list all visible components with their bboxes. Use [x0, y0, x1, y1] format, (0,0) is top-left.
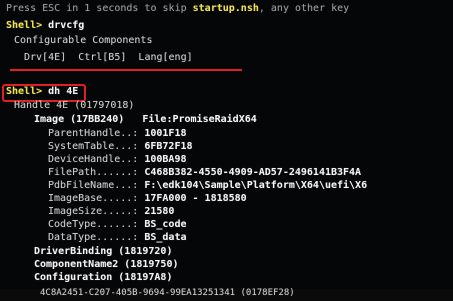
component-name2-line: ComponentName2 (1819750): [34, 259, 179, 270]
field-row: DeviceHandle..: 100BA98: [48, 154, 187, 166]
field-key: SystemTable...:: [48, 141, 139, 152]
field-key: ImageBase.....:: [48, 193, 139, 204]
driver-binding-line: DriverBinding (1819720): [34, 246, 173, 257]
field-key: PdbFileName...:: [48, 180, 139, 191]
image-label: Image (17BB240): [34, 114, 125, 125]
field-value: F:\edk104\Sample\Platform\X64\uefi\X6: [144, 180, 368, 191]
drv-id: Drv[4E]: [24, 52, 67, 63]
field-value: C468B382-4550-4909-AD57-2496141B3F4A: [144, 167, 362, 178]
configuration-line: Configuration (18197A8): [34, 272, 173, 283]
field-value: 17FA000 - 1818580: [144, 193, 247, 204]
ctrl-id: Ctrl[B5]: [78, 52, 127, 63]
red-underline-annotation: [10, 69, 242, 71]
field-key: DeviceHandle..:: [48, 154, 139, 165]
shell-prompt: Shell>: [6, 86, 49, 97]
field-value: BS_code: [144, 219, 187, 230]
field-row: SystemTable...: 6FB72F18: [48, 141, 193, 153]
handle-line: Handle 4E (01797018): [14, 100, 135, 111]
image-line: Image (17BB240) File:PromiseRaidX64: [34, 114, 257, 126]
lang-id: Lang[eng]: [138, 52, 193, 63]
startup-script-name: startup.nsh: [192, 3, 259, 14]
command-dh: dh 4E: [48, 86, 79, 97]
field-row: CodeType......: BS_code: [48, 219, 187, 231]
press-esc-suffix: , any other key: [258, 3, 350, 14]
shell-prompt: Shell>: [6, 20, 49, 31]
field-row: PdbFileName...: F:\edk104\Sample\Platfor…: [48, 180, 367, 192]
guid-line: 4C8A2451-C207-405B-9694-99EA13251341 (01…: [40, 288, 295, 298]
field-key: CodeType......:: [48, 219, 139, 230]
field-key: DataType......:: [48, 232, 139, 243]
field-key: FilePath......:: [48, 167, 139, 178]
field-key: ParentHandle..:: [48, 128, 139, 139]
field-value: 1001F18: [144, 128, 187, 139]
field-value: 6FB72F18: [144, 141, 193, 152]
press-esc-line: Press ESC in 1 seconds to skip startup.n…: [6, 3, 349, 15]
field-row: DataType......: BS_data: [48, 232, 187, 244]
field-value: BS_data: [144, 232, 187, 243]
components-row: Drv[4E] Ctrl[B5] Lang[eng]: [24, 52, 193, 64]
field-value: 21580: [144, 206, 175, 217]
image-file: File:PromiseRaidX64: [142, 114, 257, 125]
field-row: ImageBase.....: 17FA000 - 1818580: [48, 193, 247, 205]
field-row: ImageSize.....: 21580: [48, 206, 174, 218]
field-key: ImageSize.....:: [48, 206, 139, 217]
field-row: ParentHandle..: 1001F18: [48, 128, 187, 140]
command-line-dh[interactable]: Shell> dh 4E: [6, 86, 78, 98]
field-row: FilePath......: C468B382-4550-4909-AD57-…: [48, 167, 361, 179]
field-value: 100BA98: [144, 154, 187, 165]
press-esc-text: Press ESC in 1 seconds to skip: [6, 3, 193, 14]
command-drvcfg: drvcfg: [48, 20, 85, 31]
uefi-shell-screen: Press ESC in 1 seconds to skip startup.n…: [0, 0, 453, 301]
configurable-components-heading: Configurable Components: [14, 35, 153, 46]
command-line-drvcfg[interactable]: Shell> drvcfg: [6, 20, 84, 32]
